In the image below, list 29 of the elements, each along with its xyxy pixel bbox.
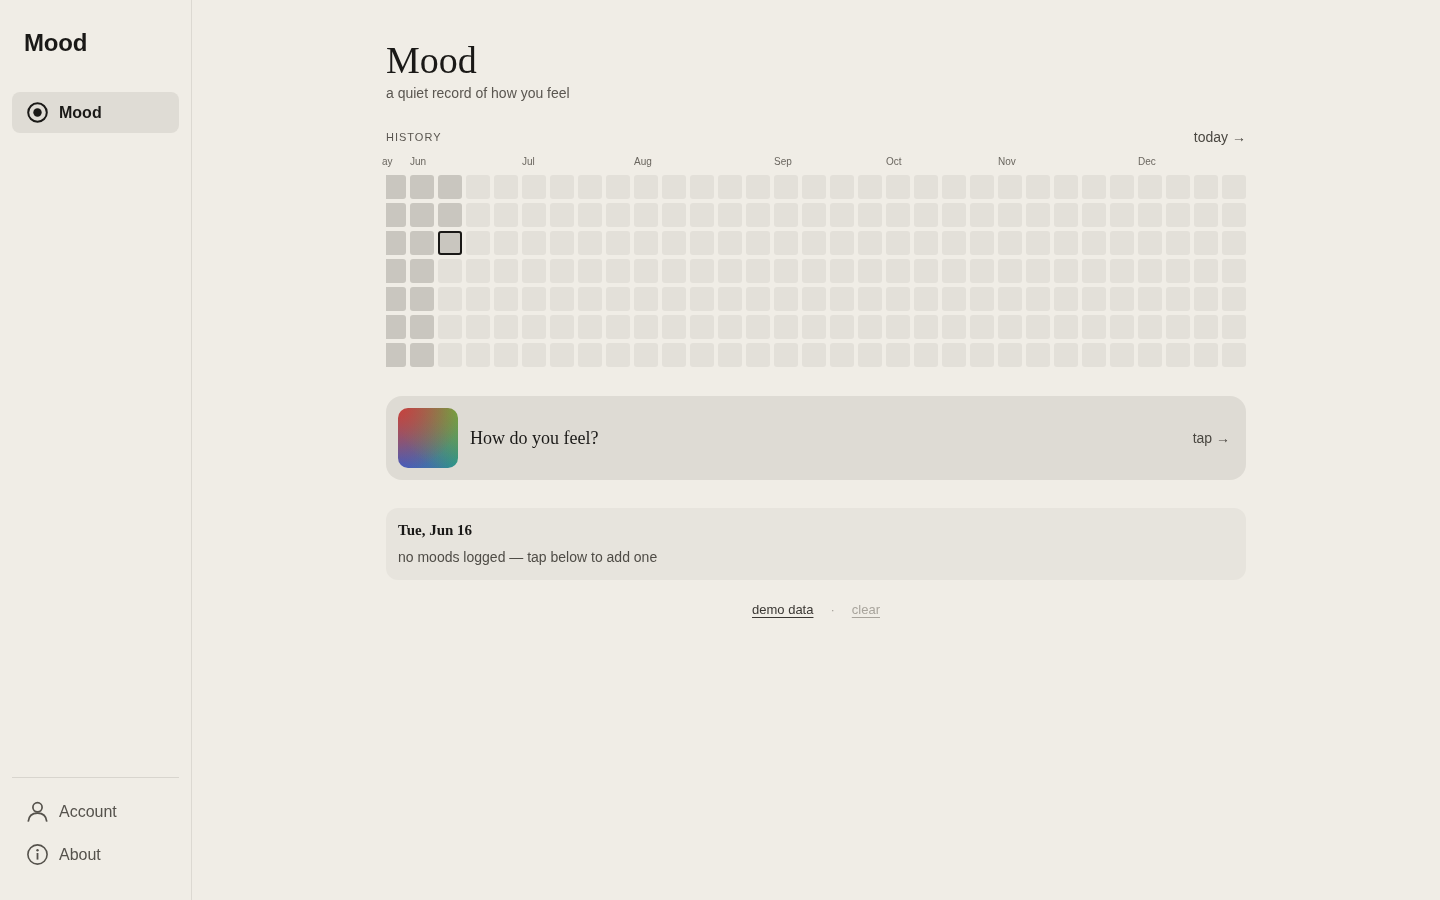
link-separator: · [830, 601, 835, 619]
info-icon [27, 844, 48, 865]
section-label: HISTORY [386, 129, 442, 145]
month-label: ay [382, 156, 393, 168]
mood-question: How do you feel? [470, 426, 600, 450]
month-label: Aug [634, 156, 652, 168]
month-label: Sep [774, 156, 792, 168]
month-label: Nov [998, 156, 1016, 168]
nav-item[interactable]: About [12, 834, 179, 875]
circle-dot-icon [27, 102, 48, 123]
month-label: Jun [410, 156, 427, 168]
day-square[interactable] [438, 231, 462, 255]
app-logo: Mood [24, 28, 89, 58]
nav-item[interactable]: Account [12, 791, 179, 832]
page-subtitle: a quiet record of how you feel [386, 84, 571, 102]
footer-link: clear [851, 601, 880, 619]
nav-item[interactable]: Mood [12, 92, 179, 133]
month-label: Oct [886, 156, 902, 168]
selected-date: Tue, Jun 16 [398, 521, 474, 540]
footer-link[interactable]: demo data [752, 600, 814, 620]
empty-message: no moods logged — tap below to add one [398, 548, 659, 567]
person-icon [27, 801, 48, 822]
gradient-tile-icon [398, 408, 458, 468]
page-title: Mood [386, 38, 478, 82]
month-label: Dec [1138, 156, 1156, 168]
month-label: Jul [522, 156, 535, 168]
tap-link[interactable]: tap → [1192, 427, 1230, 449]
mood-prompt-card[interactable]: How do you feel? tap → [386, 396, 1246, 480]
today-link[interactable]: today → [1193, 126, 1246, 148]
